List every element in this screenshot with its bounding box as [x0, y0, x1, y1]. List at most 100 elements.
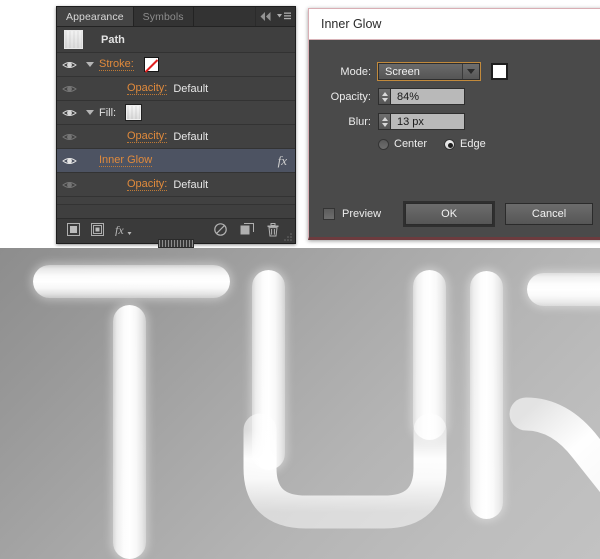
- svg-text:fx: fx: [115, 223, 124, 236]
- footer-left-icons: fx: [57, 223, 132, 239]
- appearance-row-stroke[interactable]: Stroke:: [57, 53, 295, 77]
- opacity-label: Opacity:: [330, 90, 371, 103]
- appearance-row-stroke-label[interactable]: Stroke:: [99, 58, 134, 71]
- radio-center-label: Center: [394, 138, 428, 150]
- panel-tab-bar: Appearance Symbols: [57, 7, 295, 27]
- dialog-title-bar: Inner Glow: [309, 9, 600, 40]
- appearance-row-fill-label[interactable]: Fill:: [99, 107, 116, 119]
- visibility-toggle-inner-glow[interactable]: [57, 156, 81, 166]
- radio-center-dot[interactable]: [378, 138, 389, 150]
- dialog-footer: Preview OK Cancel: [309, 203, 600, 225]
- opacity-row: Opacity: 84%: [309, 88, 600, 105]
- clear-appearance-icon[interactable]: [214, 223, 227, 239]
- appearance-row-fill[interactable]: Fill:: [57, 101, 295, 125]
- mode-select-value: Screen: [385, 65, 420, 78]
- tab-symbols-label: Symbols: [142, 10, 184, 23]
- stepper-up-icon[interactable]: [381, 91, 388, 96]
- mode-select[interactable]: Screen: [377, 62, 481, 81]
- panel-drag-grip[interactable]: [158, 239, 194, 248]
- appearance-row-stroke-opacity[interactable]: Opacity: Default: [57, 77, 295, 101]
- eye-icon: [61, 61, 77, 68]
- fx-icon[interactable]: fx: [278, 153, 287, 169]
- eye-icon: [61, 133, 77, 140]
- opacity-stepper[interactable]: [378, 88, 390, 105]
- appearance-row-effect-opacity-value: Default: [173, 178, 209, 191]
- appearance-object-row[interactable]: Path: [57, 27, 295, 53]
- preview-checkbox[interactable]: [323, 208, 335, 220]
- origin-radio-group: Center Edge: [378, 138, 600, 150]
- stepper-down-icon[interactable]: [381, 122, 388, 127]
- screenshot-root: Appearance Symbols Path Stroke: Opacity:…: [0, 0, 600, 559]
- appearance-list-filler: [57, 197, 295, 205]
- eye-icon: [61, 109, 77, 116]
- tab-appearance[interactable]: Appearance: [57, 7, 134, 26]
- visibility-placeholder-effect-opacity: [57, 180, 81, 190]
- tab-appearance-label: Appearance: [66, 10, 124, 23]
- appearance-row-fill-opacity-value: Default: [173, 130, 209, 143]
- appearance-row-fill-opacity[interactable]: Opacity: Default: [57, 125, 295, 149]
- artwork-stroke-t-bar: [33, 265, 230, 298]
- artwork-stroke-t-stem: [113, 305, 146, 559]
- panel-resize-grip[interactable]: [284, 232, 293, 241]
- tab-symbols[interactable]: Symbols: [133, 7, 194, 26]
- radio-center[interactable]: Center: [378, 138, 427, 150]
- tab-bar-spacer: [193, 7, 256, 26]
- ok-button[interactable]: OK: [405, 203, 494, 225]
- appearance-row-inner-glow-label[interactable]: Inner Glow: [99, 154, 153, 167]
- none-swatch[interactable]: [143, 57, 159, 72]
- add-new-effect-icon[interactable]: fx: [115, 223, 132, 239]
- fill-swatch[interactable]: [125, 104, 143, 121]
- artwork-stroke-k-diagonal: [508, 396, 600, 536]
- panel-menu-icon[interactable]: [276, 11, 292, 22]
- mode-label: Mode:: [340, 65, 371, 78]
- mode-row: Mode: Screen: [309, 62, 600, 81]
- blur-stepper[interactable]: [378, 113, 390, 130]
- path-thumbnail: [64, 30, 83, 49]
- preview-checkbox-wrap[interactable]: Preview: [323, 208, 381, 220]
- artwork-canvas[interactable]: [0, 248, 600, 559]
- eye-icon: [61, 181, 77, 188]
- footer-right-icons: [214, 222, 295, 240]
- visibility-placeholder-stroke-opacity: [57, 84, 81, 94]
- blur-row: Blur: 13 px: [309, 113, 600, 130]
- appearance-row-stroke-opacity-value: Default: [173, 82, 209, 95]
- appearance-row-stroke-opacity-label[interactable]: Opacity:: [127, 82, 168, 95]
- radio-edge-label: Edge: [460, 138, 486, 150]
- appearance-row-effect-opacity[interactable]: Opacity: Default: [57, 173, 295, 197]
- artwork-stroke-u-curve: [243, 413, 454, 538]
- duplicate-selected-item-icon[interactable]: [240, 223, 254, 239]
- appearance-row-fill-opacity-label[interactable]: Opacity:: [127, 130, 168, 143]
- radio-edge-dot[interactable]: [444, 138, 456, 150]
- artwork-stroke-u-right: [413, 270, 446, 440]
- add-new-stroke-icon[interactable]: [67, 223, 80, 239]
- opacity-input[interactable]: 84%: [390, 88, 465, 105]
- delete-selected-item-icon[interactable]: [267, 222, 279, 240]
- inner-glow-dialog[interactable]: Inner Glow Mode: Screen Opacity: 84% Blu…: [308, 8, 600, 240]
- chevron-down-icon[interactable]: [462, 64, 479, 79]
- stepper-down-icon[interactable]: [381, 97, 388, 102]
- dialog-title: Inner Glow: [321, 17, 382, 31]
- cancel-button[interactable]: Cancel: [505, 203, 593, 225]
- stepper-up-icon[interactable]: [381, 116, 388, 121]
- add-new-fill-icon[interactable]: [91, 223, 104, 239]
- double-chevron-left-icon[interactable]: [259, 11, 272, 22]
- disclosure-triangle-stroke[interactable]: [81, 62, 99, 67]
- radio-edge[interactable]: Edge: [444, 138, 486, 150]
- artwork-stroke-k-arm: [527, 273, 600, 306]
- preview-label: Preview: [342, 208, 382, 220]
- visibility-toggle-fill[interactable]: [57, 108, 81, 118]
- appearance-row-effect-opacity-label[interactable]: Opacity:: [127, 178, 168, 191]
- appearance-panel-footer: fx: [57, 218, 295, 248]
- panel-header-icons: [256, 7, 295, 26]
- disclosure-triangle-fill[interactable]: [81, 110, 99, 115]
- visibility-toggle-stroke[interactable]: [57, 60, 81, 70]
- glow-color-swatch[interactable]: [491, 63, 508, 80]
- appearance-row-inner-glow[interactable]: Inner Glow fx: [57, 149, 295, 173]
- appearance-panel[interactable]: Appearance Symbols Path Stroke: Opacity:…: [56, 6, 296, 248]
- eye-icon: [61, 85, 77, 92]
- blur-label: Blur:: [348, 115, 371, 128]
- blur-input[interactable]: 13 px: [390, 113, 465, 130]
- chevron-down-icon: [86, 62, 94, 67]
- chevron-down-icon: [86, 110, 94, 115]
- eye-icon: [61, 157, 77, 164]
